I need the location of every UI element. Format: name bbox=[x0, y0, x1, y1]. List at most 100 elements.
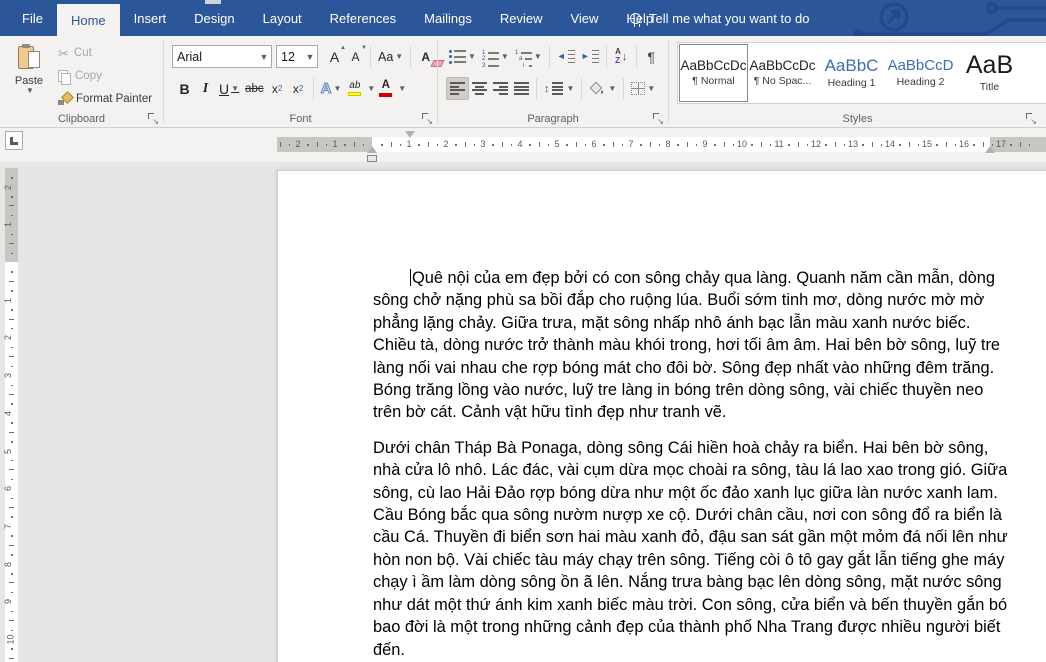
style-label: Title bbox=[980, 81, 999, 93]
shrink-font-glyph: A bbox=[351, 50, 359, 64]
style--normal[interactable]: AaBbCcDc¶ Normal bbox=[679, 44, 748, 102]
ribbon: Paste ▼ ✂ Cut Copy Format Painter Clipbo… bbox=[0, 36, 1046, 128]
font-name-combo[interactable]: Arial ▼ bbox=[172, 45, 272, 68]
styles-dialog-launcher[interactable] bbox=[1025, 112, 1036, 123]
line-spacing-button[interactable]: ↕ ▼ bbox=[541, 77, 577, 100]
strikethrough-button[interactable]: abc bbox=[242, 77, 267, 100]
superscript-num: 2 bbox=[299, 84, 303, 93]
text-line: Bóng trăng lồng vào nước, luỹ tre làng i… bbox=[373, 379, 1013, 401]
hanging-indent-marker[interactable] bbox=[367, 141, 377, 153]
borders-icon bbox=[631, 82, 645, 95]
tab-review[interactable]: Review bbox=[486, 0, 557, 36]
ruler-tick bbox=[9, 545, 14, 546]
shading-button[interactable]: ▼ bbox=[586, 77, 619, 100]
tell-me-label: Tell me what you want to do bbox=[649, 11, 809, 26]
italic-button[interactable]: I bbox=[195, 77, 216, 100]
bold-button[interactable]: B bbox=[174, 77, 195, 100]
grow-font-button[interactable]: A bbox=[324, 45, 345, 68]
style-heading-2[interactable]: AaBbCcDHeading 2 bbox=[886, 44, 955, 102]
show-formatting-button[interactable]: ¶ bbox=[641, 45, 662, 68]
tab-home[interactable]: Home bbox=[57, 4, 120, 36]
underline-button[interactable]: U▼ bbox=[216, 77, 242, 100]
tell-me-box[interactable]: Tell me what you want to do bbox=[630, 0, 809, 36]
font-color-button[interactable]: A bbox=[375, 77, 396, 100]
bullets-button[interactable]: ▼ bbox=[446, 45, 479, 68]
decrease-indent-button[interactable]: ◄ bbox=[554, 45, 578, 68]
ruler-tick bbox=[11, 271, 13, 273]
borders-button[interactable]: ▼ bbox=[628, 77, 658, 100]
numbering-button[interactable]: 123 ▼ bbox=[479, 45, 512, 68]
ribbon-tab-bar: FileHomeInsertDesignLayoutReferencesMail… bbox=[0, 0, 1046, 36]
ruler-tick bbox=[1010, 144, 1012, 146]
document-page[interactable]: Quê nội của em đẹp bởi có con sông chảy … bbox=[277, 170, 1046, 662]
superscript-button[interactable]: x2 bbox=[288, 77, 309, 100]
paste-button[interactable]: Paste ▼ bbox=[8, 42, 50, 118]
text-line: Dưới chân Tháp Bà Ponaga, dòng sông Cái … bbox=[373, 437, 1013, 459]
style-title[interactable]: AaBTitle bbox=[955, 44, 1024, 102]
clear-formatting-button[interactable]: A bbox=[415, 45, 436, 68]
style-label: Heading 2 bbox=[897, 76, 945, 88]
ruler-tick bbox=[687, 142, 688, 147]
ruler-tick bbox=[11, 535, 13, 537]
ruler-tick bbox=[733, 144, 735, 146]
font-size-combo[interactable]: 12 ▼ bbox=[276, 45, 318, 68]
style-heading-1[interactable]: AaBbCHeading 1 bbox=[817, 44, 886, 102]
sort-button[interactable]: AZ ↓ bbox=[611, 45, 632, 68]
ruler-number: 3 bbox=[480, 139, 485, 150]
text-line: trên bờ cát. Cảnh vật hữu tình đẹp như t… bbox=[373, 401, 1013, 423]
ruler-tick bbox=[9, 243, 14, 244]
ruler-tick bbox=[344, 144, 346, 146]
align-right-button[interactable] bbox=[490, 77, 511, 100]
vertical-ruler[interactable]: 2112345678910 bbox=[5, 168, 18, 662]
text-line: cầu Cá. Thuyền đi biển sơn hai màu xanh … bbox=[373, 526, 1013, 548]
increase-indent-button[interactable]: ► bbox=[578, 45, 602, 68]
align-center-icon bbox=[472, 82, 487, 95]
style--no-spac-[interactable]: AaBbCcDc¶ No Spac... bbox=[748, 44, 817, 102]
strikethrough-glyph: abc bbox=[245, 83, 264, 95]
subscript-button[interactable]: x2 bbox=[267, 77, 288, 100]
horizontal-ruler[interactable]: 211234567891011121314151617 bbox=[277, 137, 1046, 152]
format-painter-button[interactable]: Format Painter bbox=[54, 88, 156, 110]
text-line: Cầu Bóng bắc qua sông nườm nượp xe cộ. D… bbox=[373, 504, 1013, 526]
left-indent-marker[interactable] bbox=[367, 155, 377, 162]
font-dialog-launcher[interactable] bbox=[421, 112, 432, 123]
change-case-button[interactable]: Aa▼ bbox=[375, 45, 406, 68]
cut-button[interactable]: ✂ Cut bbox=[54, 42, 156, 64]
ruler-tick bbox=[381, 144, 383, 146]
ruler-tick bbox=[11, 554, 13, 556]
ruler-tick bbox=[9, 469, 14, 470]
right-indent-marker[interactable] bbox=[985, 141, 995, 153]
tab-mailings[interactable]: Mailings bbox=[410, 0, 486, 36]
tab-file[interactable]: File bbox=[8, 0, 57, 36]
tab-view[interactable]: View bbox=[556, 0, 612, 36]
style-partial[interactable]: A bbox=[1024, 44, 1046, 102]
justify-icon bbox=[514, 82, 529, 95]
tab-design[interactable]: Design bbox=[180, 0, 248, 36]
ruler-tick bbox=[437, 144, 439, 146]
copy-button[interactable]: Copy bbox=[54, 65, 156, 87]
tab-insert[interactable]: Insert bbox=[120, 0, 181, 36]
align-left-button[interactable] bbox=[446, 77, 469, 100]
multilevel-list-button[interactable]: 1ai ▼ bbox=[512, 45, 545, 68]
justify-button[interactable] bbox=[511, 77, 532, 100]
pilcrow-glyph: ¶ bbox=[648, 49, 656, 65]
ruler-tick bbox=[576, 142, 577, 147]
text-effects-button[interactable]: A▼ bbox=[318, 77, 345, 100]
scissors-icon: ✂ bbox=[58, 47, 69, 60]
shrink-font-button[interactable]: A bbox=[345, 45, 366, 68]
tab-stop-selector[interactable] bbox=[5, 131, 23, 150]
ruler-tick bbox=[11, 441, 13, 443]
document-text[interactable]: Quê nội của em đẹp bởi có con sông chảy … bbox=[373, 267, 1013, 661]
ruler-tick bbox=[872, 142, 873, 147]
highlight-button[interactable]: ab bbox=[344, 77, 365, 100]
ruler-row: 211234567891011121314151617 bbox=[0, 128, 1046, 162]
tab-layout[interactable]: Layout bbox=[249, 0, 316, 36]
paragraph-dialog-launcher[interactable] bbox=[652, 112, 663, 123]
tab-references[interactable]: References bbox=[316, 0, 410, 36]
align-center-button[interactable] bbox=[469, 77, 490, 100]
left-tab-icon bbox=[10, 137, 18, 145]
ruler-number: 17 bbox=[996, 139, 1006, 150]
clipboard-dialog-launcher[interactable] bbox=[147, 112, 158, 123]
ruler-tick bbox=[539, 142, 540, 147]
ruler-number: 6 bbox=[4, 486, 13, 491]
